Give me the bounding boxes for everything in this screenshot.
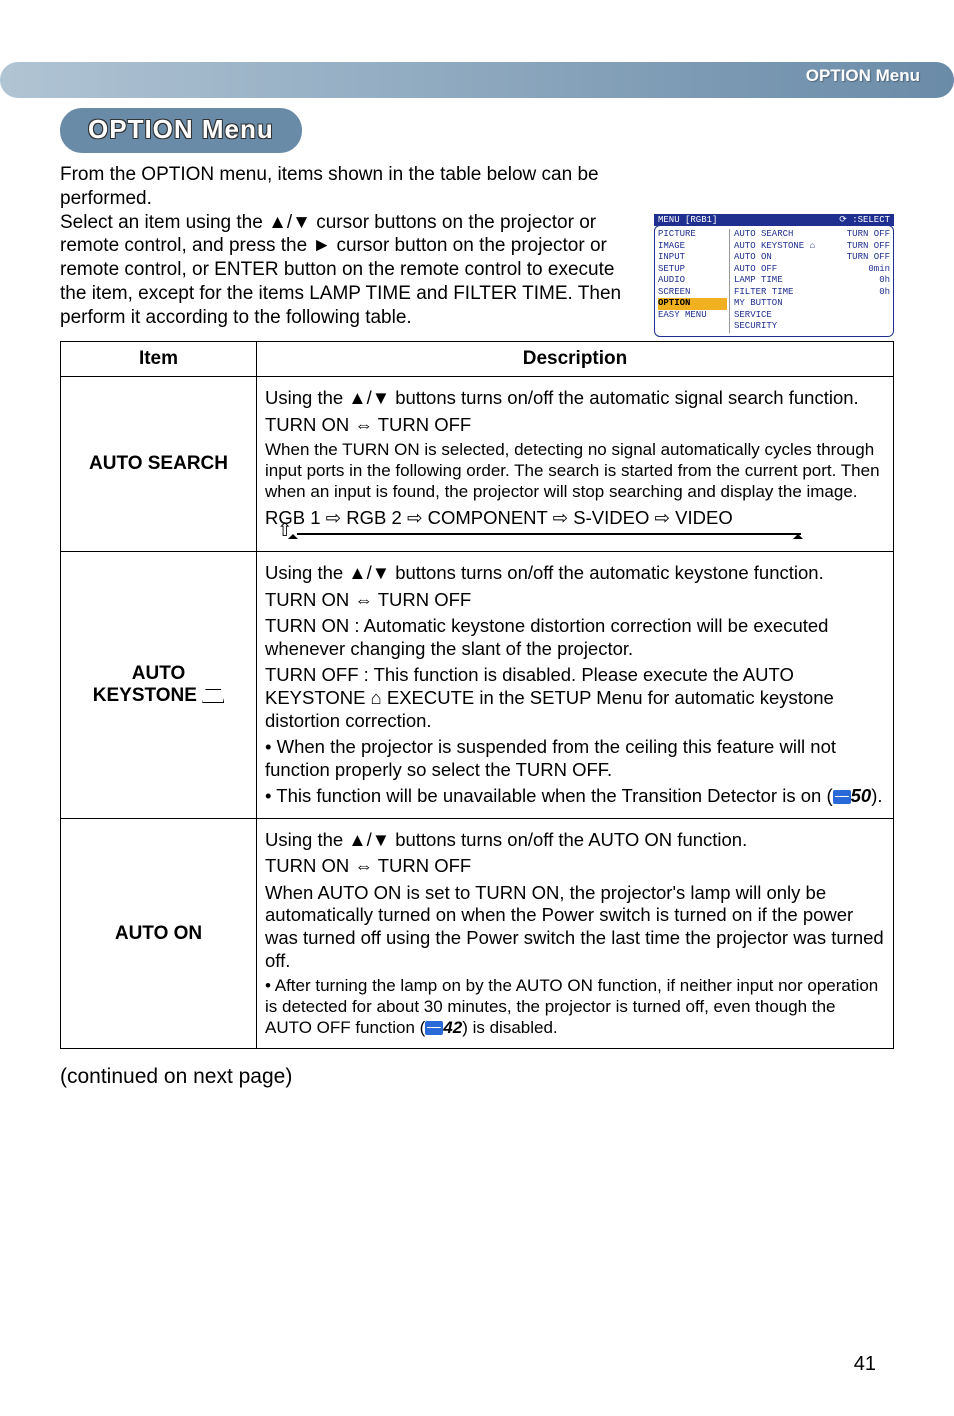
intro-paragraph: From the OPTION menu, items shown in the… <box>60 163 640 329</box>
osd-right-row: AUTO SEARCHTURN OFF <box>734 229 890 241</box>
book-icon <box>833 790 851 804</box>
col-header-item: Item <box>61 342 257 377</box>
item-line2: KEYSTONE <box>93 685 197 706</box>
desc-text: TURN OFF : This function is disabled. Pl… <box>265 664 885 732</box>
desc-bullet: • When the projector is suspended from t… <box>265 736 885 781</box>
osd-right-row: AUTO OFF0min <box>734 264 890 276</box>
desc-text: ) is disabled. <box>462 1018 557 1037</box>
header-bar: OPTION Menu <box>0 62 954 98</box>
osd-right-row: SECURITY <box>734 321 890 333</box>
desc-toggle: TURN ON ⇔ TURN OFF <box>265 855 885 878</box>
osd-left-item: OPTION <box>658 298 727 310</box>
header-tab-label: OPTION Menu <box>806 66 920 86</box>
osd-left-column: PICTUREIMAGEINPUTSETUPAUDIOSCREENOPTIONE… <box>658 229 730 333</box>
section-title: OPTION Menu <box>60 108 302 153</box>
desc-bullet: • After turning the lamp on by the AUTO … <box>265 976 885 1038</box>
osd-menu-title: MENU [RGB1] <box>658 215 717 225</box>
desc-text: TURN ON : Automatic keystone distortion … <box>265 615 885 660</box>
desc-text: Using the ▲/▼ buttons turns on/off the a… <box>265 562 885 585</box>
desc-auto-search: Using the ▲/▼ buttons turns on/off the a… <box>257 377 894 552</box>
item-auto-search: AUTO SEARCH <box>61 377 257 552</box>
desc-text: Using the ▲/▼ buttons turns on/off the A… <box>265 829 885 852</box>
continued-label: (continued on next page) <box>60 1065 894 1089</box>
osd-right-row: SERVICE <box>734 310 890 322</box>
osd-left-item: EASY MENU <box>658 310 727 322</box>
option-table: Item Description AUTO SEARCH Using the ▲… <box>60 341 894 1049</box>
col-header-description: Description <box>257 342 894 377</box>
desc-text: • After turning the lamp on by the AUTO … <box>265 976 878 1036</box>
osd-left-item: SCREEN <box>658 287 727 299</box>
osd-right-column: AUTO SEARCHTURN OFFAUTO KEYSTONE ⌂TURN O… <box>730 229 890 333</box>
desc-toggle: TURN ON ⇔ TURN OFF <box>265 589 885 612</box>
page-number: 41 <box>854 1353 876 1376</box>
osd-left-item: INPUT <box>658 252 727 264</box>
desc-text: When AUTO ON is set to TURN ON, the proj… <box>265 882 885 972</box>
table-row: AUTO KEYSTONE Using the ▲/▼ buttons turn… <box>61 552 894 819</box>
item-auto-on: AUTO ON <box>61 818 257 1049</box>
osd-right-row: MY BUTTON <box>734 298 890 310</box>
osd-left-item: IMAGE <box>658 241 727 253</box>
desc-auto-on: Using the ▲/▼ buttons turns on/off the A… <box>257 818 894 1049</box>
desc-chain: RGB 1 ⇨ RGB 2 ⇨ COMPONENT ⇨ S-VIDEO ⇨ VI… <box>265 507 885 530</box>
osd-right-row: FILTER TIME0h <box>734 287 890 299</box>
osd-left-item: SETUP <box>658 264 727 276</box>
osd-select-label: ⟳ :SELECT <box>839 215 890 225</box>
desc-toggle: TURN ON ⇔ TURN OFF <box>265 414 885 437</box>
desc-text: ). <box>871 785 882 806</box>
table-row: AUTO SEARCH Using the ▲/▼ buttons turns … <box>61 377 894 552</box>
desc-text: Using the ▲/▼ buttons turns on/off the a… <box>265 387 885 410</box>
keystone-icon <box>202 689 224 703</box>
item-line1: AUTO <box>132 663 185 684</box>
desc-text: When the TURN ON is selected, detecting … <box>265 440 885 502</box>
page-ref: 50 <box>851 785 872 806</box>
desc-text: • This function will be unavailable when… <box>265 785 833 806</box>
osd-left-item: AUDIO <box>658 275 727 287</box>
flow-line <box>297 533 801 535</box>
desc-auto-keystone: Using the ▲/▼ buttons turns on/off the a… <box>257 552 894 819</box>
item-auto-keystone: AUTO KEYSTONE <box>61 552 257 819</box>
osd-right-row: LAMP TIME0h <box>734 275 890 287</box>
table-row: AUTO ON Using the ▲/▼ buttons turns on/o… <box>61 818 894 1049</box>
osd-right-row: AUTO KEYSTONE ⌂TURN OFF <box>734 241 890 253</box>
page-ref: 42 <box>443 1018 462 1037</box>
osd-left-item: PICTURE <box>658 229 727 241</box>
desc-bullet: • This function will be unavailable when… <box>265 785 885 808</box>
book-icon <box>425 1021 443 1035</box>
osd-right-row: AUTO ONTURN OFF <box>734 252 890 264</box>
osd-screenshot: MENU [RGB1] ⟳ :SELECT PICTUREIMAGEINPUTS… <box>654 214 894 337</box>
